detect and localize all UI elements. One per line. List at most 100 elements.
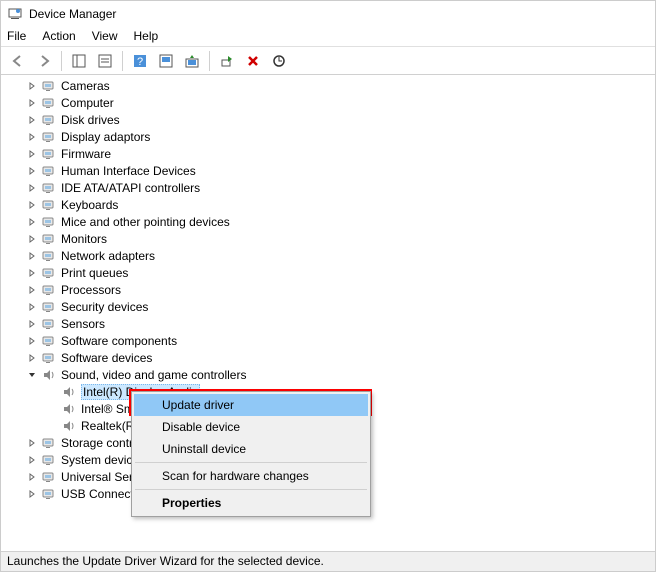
ide-icon	[41, 180, 57, 196]
tree-node-label: USB Connecto	[61, 487, 140, 501]
toolbar-enable[interactable]	[216, 50, 238, 72]
tree-node-label: IDE ATA/ATAPI controllers	[61, 181, 200, 195]
context-scan-hardware[interactable]: Scan for hardware changes	[134, 465, 368, 487]
camera-icon	[41, 78, 57, 94]
context-separator	[135, 462, 367, 463]
toolbar-properties[interactable]	[94, 50, 116, 72]
context-uninstall-device[interactable]: Uninstall device	[134, 438, 368, 460]
tree-node-label: Processors	[61, 283, 121, 297]
tree-node-label: System device	[61, 453, 139, 467]
tree-node-label: Cameras	[61, 79, 110, 93]
toolbar-scan[interactable]	[155, 50, 177, 72]
toolbar-back[interactable]	[7, 50, 29, 72]
sound-icon	[61, 384, 77, 400]
expand-arrow-icon[interactable]	[25, 300, 39, 314]
menu-view[interactable]: View	[92, 29, 118, 44]
tree-node-label: Security devices	[61, 300, 148, 314]
tree-node-label: Intel® Sm	[81, 402, 134, 416]
tree-node-label: Display adaptors	[61, 130, 150, 144]
expand-arrow-icon[interactable]	[25, 147, 39, 161]
tree-node[interactable]: Processors	[1, 281, 655, 298]
tree-node[interactable]: Sensors	[1, 315, 655, 332]
tree-node-label: Network adapters	[61, 249, 155, 263]
monitor-icon	[41, 231, 57, 247]
tree-node[interactable]: Display adaptors	[1, 128, 655, 145]
tree-node-label: Sound, video and game controllers	[61, 368, 246, 382]
device-manager-icon	[7, 6, 23, 22]
collapse-arrow-icon[interactable]	[25, 368, 39, 382]
tree-node[interactable]: Software components	[1, 332, 655, 349]
context-update-driver[interactable]: Update driver	[134, 394, 368, 416]
sound-icon	[61, 418, 77, 434]
toolbar-separator	[122, 51, 123, 71]
expand-arrow-icon[interactable]	[25, 198, 39, 212]
expand-arrow-icon[interactable]	[25, 351, 39, 365]
toolbar-help[interactable]: ?	[129, 50, 151, 72]
tree-node[interactable]: Print queues	[1, 264, 655, 281]
tree-node[interactable]: Firmware	[1, 145, 655, 162]
expand-arrow-icon[interactable]	[25, 181, 39, 195]
expand-arrow-icon[interactable]	[25, 113, 39, 127]
tree-node-label: Software devices	[61, 351, 152, 365]
menu-file[interactable]: File	[7, 29, 26, 44]
display-icon	[41, 129, 57, 145]
expand-arrow-icon[interactable]	[25, 283, 39, 297]
expand-arrow-icon[interactable]	[25, 164, 39, 178]
expand-arrow-icon[interactable]	[25, 96, 39, 110]
chip-icon	[41, 146, 57, 162]
tree-node-label: Keyboards	[61, 198, 118, 212]
expand-arrow-icon[interactable]	[25, 130, 39, 144]
usb-icon	[41, 469, 57, 485]
sensor-icon	[41, 316, 57, 332]
expand-arrow-icon[interactable]	[25, 470, 39, 484]
hid-icon	[41, 163, 57, 179]
tree-node-label: Disk drives	[61, 113, 120, 127]
toolbar-uninstall[interactable]	[242, 50, 264, 72]
toolbar-forward[interactable]	[33, 50, 55, 72]
context-separator	[135, 489, 367, 490]
toolbar-show-hide-tree[interactable]	[68, 50, 90, 72]
expand-arrow-icon[interactable]	[25, 453, 39, 467]
tree-node-label: Firmware	[61, 147, 111, 161]
context-properties[interactable]: Properties	[134, 492, 368, 514]
tree-node[interactable]: Keyboards	[1, 196, 655, 213]
tree-node[interactable]: Disk drives	[1, 111, 655, 128]
expand-arrow-icon[interactable]	[25, 317, 39, 331]
tree-node[interactable]: Mice and other pointing devices	[1, 213, 655, 230]
tree-node[interactable]: Computer	[1, 94, 655, 111]
context-disable-device[interactable]: Disable device	[134, 416, 368, 438]
tree-node-label: Realtek(R)	[81, 419, 138, 433]
cpu-icon	[41, 282, 57, 298]
menu-action[interactable]: Action	[42, 29, 75, 44]
expand-arrow-icon[interactable]	[25, 232, 39, 246]
tree-node[interactable]: Software devices	[1, 349, 655, 366]
no-arrow	[45, 419, 59, 433]
device-tree[interactable]: Cameras Computer Disk drives Display adapto…	[1, 75, 655, 551]
tree-node[interactable]: Human Interface Devices	[1, 162, 655, 179]
statusbar: Launches the Update Driver Wizard for th…	[1, 551, 655, 571]
window-title: Device Manager	[29, 7, 116, 21]
toolbar-scan-hardware[interactable]	[268, 50, 290, 72]
storage-icon	[41, 435, 57, 451]
tree-node-label: Software components	[61, 334, 177, 348]
expand-arrow-icon[interactable]	[25, 266, 39, 280]
expand-arrow-icon[interactable]	[25, 436, 39, 450]
expand-arrow-icon[interactable]	[25, 249, 39, 263]
tree-node-label: Mice and other pointing devices	[61, 215, 230, 229]
expand-arrow-icon[interactable]	[25, 487, 39, 501]
tree-node-label: Computer	[61, 96, 114, 110]
toolbar-update-driver[interactable]	[181, 50, 203, 72]
tree-node-label: Sensors	[61, 317, 105, 331]
tree-node[interactable]: Security devices	[1, 298, 655, 315]
tree-node[interactable]: IDE ATA/ATAPI controllers	[1, 179, 655, 196]
titlebar: Device Manager	[1, 1, 655, 27]
expand-arrow-icon[interactable]	[25, 79, 39, 93]
tree-node[interactable]: Cameras	[1, 77, 655, 94]
menu-help[interactable]: Help	[134, 29, 159, 44]
tree-node[interactable]: Sound, video and game controllers	[1, 366, 655, 383]
expand-arrow-icon[interactable]	[25, 215, 39, 229]
tree-node[interactable]: Monitors	[1, 230, 655, 247]
context-menu: Update driver Disable device Uninstall d…	[131, 391, 371, 517]
expand-arrow-icon[interactable]	[25, 334, 39, 348]
tree-node[interactable]: Network adapters	[1, 247, 655, 264]
